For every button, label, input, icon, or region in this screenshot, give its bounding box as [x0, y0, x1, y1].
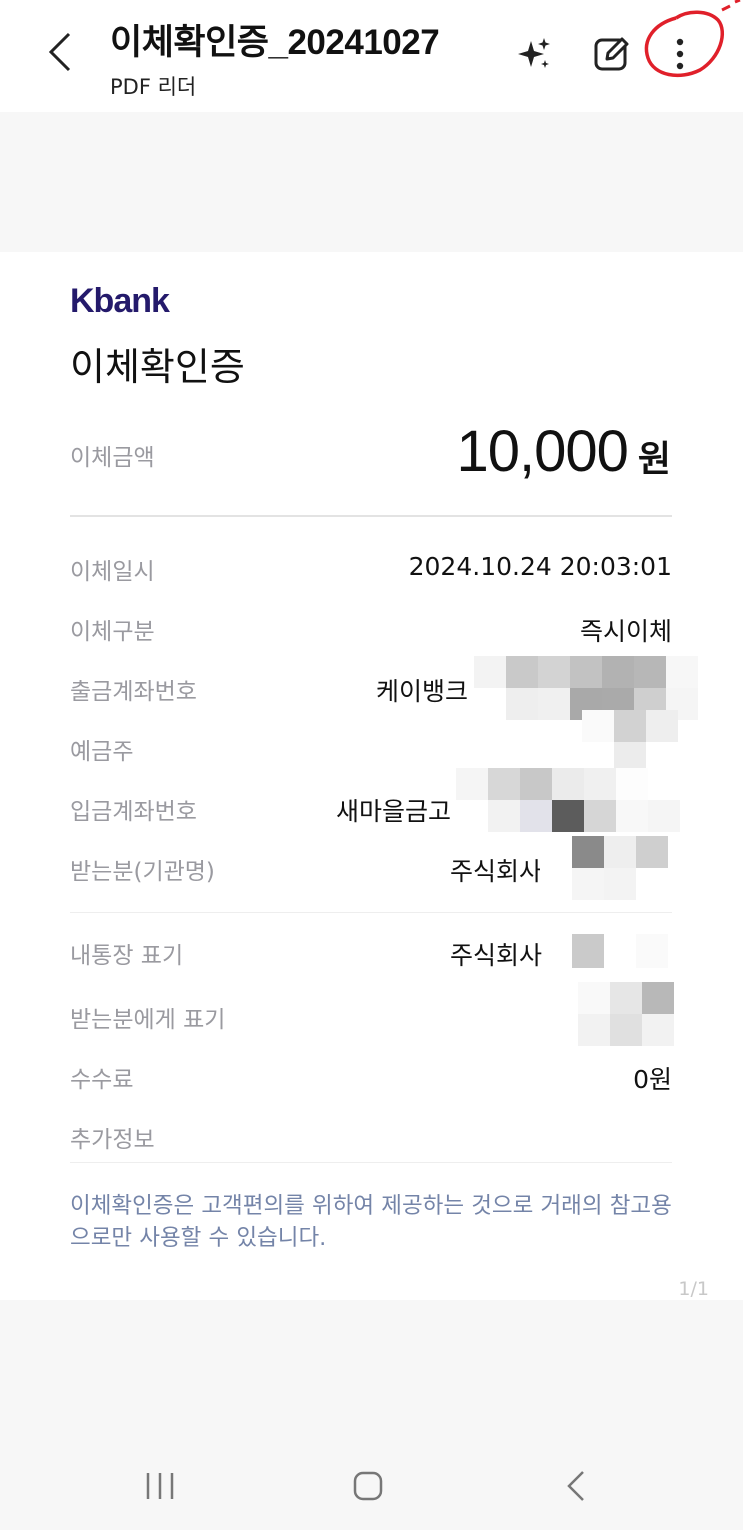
row-label: 예금주	[70, 739, 134, 765]
detail-row-transfer-type: 이체구분 즉시이체	[70, 612, 672, 652]
row-label: 내통장 표기	[70, 943, 184, 969]
redaction-mosaic	[578, 982, 674, 1046]
row-label: 추가정보	[70, 1127, 155, 1153]
nav-back-icon	[567, 1471, 584, 1501]
row-label: 이체일시	[70, 559, 155, 585]
home-icon	[353, 1471, 383, 1501]
detail-row-extra-info: 추가정보	[70, 1120, 672, 1160]
row-label: 받는분에게 표기	[70, 1007, 226, 1033]
recents-button[interactable]	[130, 1466, 190, 1506]
redaction-mosaic	[540, 836, 700, 900]
edit-icon	[594, 37, 629, 71]
row-label: 이체구분	[70, 619, 155, 645]
section-divider	[70, 912, 672, 913]
more-options-button[interactable]	[654, 28, 706, 80]
bank-logo: Kbank	[70, 282, 170, 320]
ai-assist-button[interactable]	[508, 28, 560, 80]
row-value: 2024.10.24 20:03:01	[408, 552, 672, 581]
certificate-title: 이체확인증	[70, 345, 245, 389]
amount-unit: 원	[637, 439, 671, 480]
row-value: 새마을금고	[336, 797, 452, 826]
more-vertical-icon	[676, 38, 684, 70]
amount-number: 10,000	[456, 419, 628, 484]
app-bar: 이체확인증_20241027 PDF 리더	[0, 0, 743, 112]
amount-label: 이체금액	[70, 445, 155, 471]
notice-divider	[70, 1162, 672, 1163]
app-name: PDF 리더	[110, 75, 197, 99]
recents-icon	[146, 1473, 174, 1499]
redaction-mosaic	[456, 768, 680, 832]
system-nav-bar	[0, 1430, 743, 1530]
row-value: 즉시이체	[579, 617, 672, 646]
document-title: 이체확인증_20241027	[110, 23, 440, 62]
row-label: 출금계좌번호	[70, 679, 197, 705]
sparkle-icon	[518, 38, 550, 68]
amount-divider	[70, 515, 672, 517]
title-block: 이체확인증_20241027 PDF 리더	[110, 14, 490, 101]
redaction-mosaic	[572, 934, 700, 968]
detail-row-fee: 수수료 0원	[70, 1060, 672, 1100]
disclaimer-notice: 이체확인증은 고객편의를 위하여 제공하는 것으로 거래의 참고용으로만 사용할…	[70, 1193, 672, 1251]
row-label: 수수료	[70, 1067, 134, 1093]
row-label: 받는분(기관명)	[70, 859, 215, 885]
back-button[interactable]	[36, 28, 84, 76]
page-indicator: 1/1	[678, 1278, 709, 1300]
back-arrow-icon	[48, 32, 71, 72]
edit-button[interactable]	[586, 28, 638, 80]
row-value: 0원	[633, 1065, 672, 1094]
row-value: 주식회사	[450, 857, 543, 886]
redaction-mosaic	[582, 710, 678, 774]
amount-value: 10,000 원	[456, 418, 671, 485]
row-value: 주식회사	[450, 941, 543, 970]
pdf-page: Kbank 이체확인증 이체금액 10,000 원 이체일시 2024.10.2…	[0, 252, 743, 1300]
nav-back-button[interactable]	[546, 1466, 606, 1506]
detail-row-transfer-time: 이체일시 2024.10.24 20:03:01	[70, 552, 672, 592]
row-label: 입금계좌번호	[70, 799, 197, 825]
home-button[interactable]	[338, 1466, 398, 1506]
row-value: 케이뱅크	[376, 677, 469, 706]
